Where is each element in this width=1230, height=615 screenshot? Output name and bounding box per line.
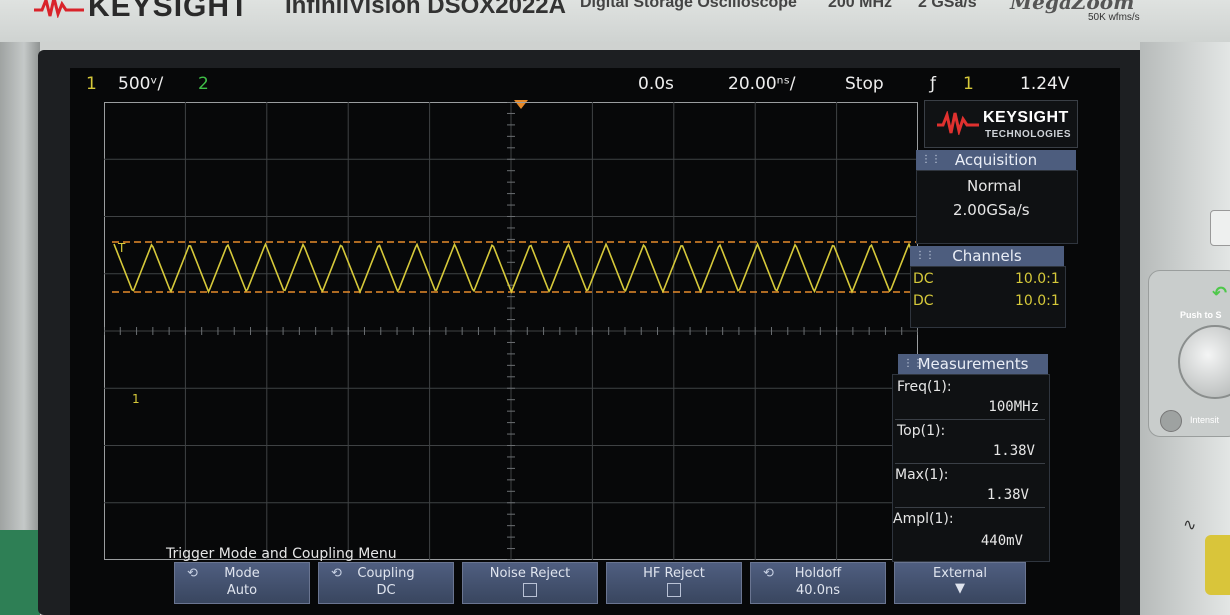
softkey-coupling[interactable]: ⟲ Coupling DC: [318, 562, 454, 604]
oscilloscope-screen: 1 500ᵛ/ 2 0.0s 20.00ⁿˢ/ Stop ƒ 1 1.24V T…: [70, 68, 1120, 615]
keysight-logo-icon: [34, 0, 84, 18]
meas-max-label: Max(1):: [895, 467, 949, 483]
acquisition-mode: Normal: [967, 177, 1022, 195]
channels-header[interactable]: ⋮⋮ Channels: [910, 246, 1064, 266]
menu-title: Trigger Mode and Coupling Menu: [166, 546, 397, 562]
meas-top-label: Top(1):: [897, 423, 946, 439]
meas-separator: [895, 419, 1045, 420]
acquisition-panel: Normal 2.00GSa/s: [916, 170, 1078, 244]
acquisition-rate: 2.00GSa/s: [953, 201, 1030, 219]
channels-panel: DC 10.0:1 DC 10.0:1: [910, 266, 1066, 328]
meas-ampl-value: 440mV: [980, 533, 1023, 549]
instrument-top-strip: KEYSIGHT InfiniiVision DSOX2022A Digital…: [0, 0, 1230, 42]
meas-freq-label: Freq(1):: [897, 379, 952, 395]
brand-label: KEYSIGHT: [88, 0, 250, 23]
logo-sub-text: TECHNOLOGIES: [985, 129, 1072, 140]
ch1-coupling: DC: [913, 271, 934, 287]
trigger-level-marker: T: [117, 241, 126, 255]
meas-freq-value: 100MHz: [988, 399, 1039, 415]
bandwidth-label: 200 MHz: [828, 0, 893, 11]
down-arrow-icon: ▼: [955, 581, 965, 596]
push-to-select-label: Push to S: [1180, 310, 1222, 320]
waveform-icon: ∿: [1183, 515, 1197, 534]
time-delay: 0.0s: [638, 74, 674, 94]
keysight-wave-icon: [937, 111, 979, 135]
softkey-external[interactable]: External ▼: [894, 562, 1026, 604]
meas-separator: [895, 463, 1045, 464]
trigger-level[interactable]: 1.24V: [1020, 74, 1069, 94]
acquisition-header[interactable]: ⋮⋮ Acquisition: [916, 150, 1076, 170]
intensity-button[interactable]: [1160, 410, 1182, 432]
measurements-panel: Freq(1): 100MHz Top(1): 1.38V Max(1): 1.…: [892, 374, 1050, 562]
status-bar: 1 500ᵛ/ 2 0.0s 20.00ⁿˢ/ Stop ƒ 1 1.24V: [70, 68, 1120, 100]
meas-max-value: 1.38V: [986, 487, 1029, 503]
meas-ampl-label: Ampl(1):: [893, 511, 954, 527]
ch1-ground-marker: 1: [132, 392, 140, 406]
run-state: Stop: [845, 74, 884, 94]
trigger-edge-icon: ƒ: [930, 74, 936, 94]
panel-button[interactable]: [1210, 210, 1230, 246]
grip-icon: ⋮⋮: [915, 250, 935, 261]
ch2-probe: 10.0:1: [1015, 293, 1060, 309]
softkey-holdoff[interactable]: ⟲ Holdoff 40.0ns: [750, 562, 886, 604]
wfms-label: 50K wfms/s: [1088, 12, 1140, 23]
noise-reject-checkbox[interactable]: [523, 583, 537, 597]
model-label: InfiniiVision DSOX2022A: [285, 0, 566, 19]
grip-icon: ⋮⋮: [921, 154, 941, 165]
time-scale[interactable]: 20.00ⁿˢ/: [728, 74, 796, 94]
ch2-indicator[interactable]: 2: [198, 74, 209, 94]
subtitle-label: Digital Storage Oscilloscope: [580, 0, 797, 11]
softkey-mode[interactable]: ⟲ Mode Auto: [174, 562, 310, 604]
softkey-noise-reject[interactable]: Noise Reject: [462, 562, 598, 604]
meas-top-value: 1.38V: [992, 443, 1035, 459]
ch1-indicator[interactable]: 1: [86, 74, 97, 94]
waveform-grid: T 1: [104, 102, 918, 560]
measurements-header[interactable]: ⋮⋮ Measurements: [898, 354, 1048, 374]
softkey-hf-reject[interactable]: HF Reject: [606, 562, 742, 604]
intensity-label: Intensit: [1190, 415, 1220, 425]
back-arrow-icon[interactable]: ↶: [1212, 283, 1230, 304]
green-surface: [0, 530, 40, 615]
trigger-source: 1: [963, 74, 974, 94]
hf-reject-checkbox[interactable]: [667, 583, 681, 597]
ch2-coupling: DC: [913, 293, 934, 309]
ch1-scale[interactable]: 500ᵛ/: [118, 74, 163, 94]
meas-separator: [895, 507, 1045, 508]
ch1-probe: 10.0:1: [1015, 271, 1060, 287]
logo-main-text: KEYSIGHT: [983, 109, 1069, 126]
grip-icon: ⋮⋮: [903, 358, 923, 369]
yellow-object: [1205, 535, 1230, 595]
sample-rate-label: 2 GSa/s: [918, 0, 977, 11]
info-side-panel: KEYSIGHT TECHNOLOGIES ⋮⋮ Acquisition Nor…: [892, 100, 1086, 562]
keysight-technologies-logo: KEYSIGHT TECHNOLOGIES: [924, 100, 1078, 148]
